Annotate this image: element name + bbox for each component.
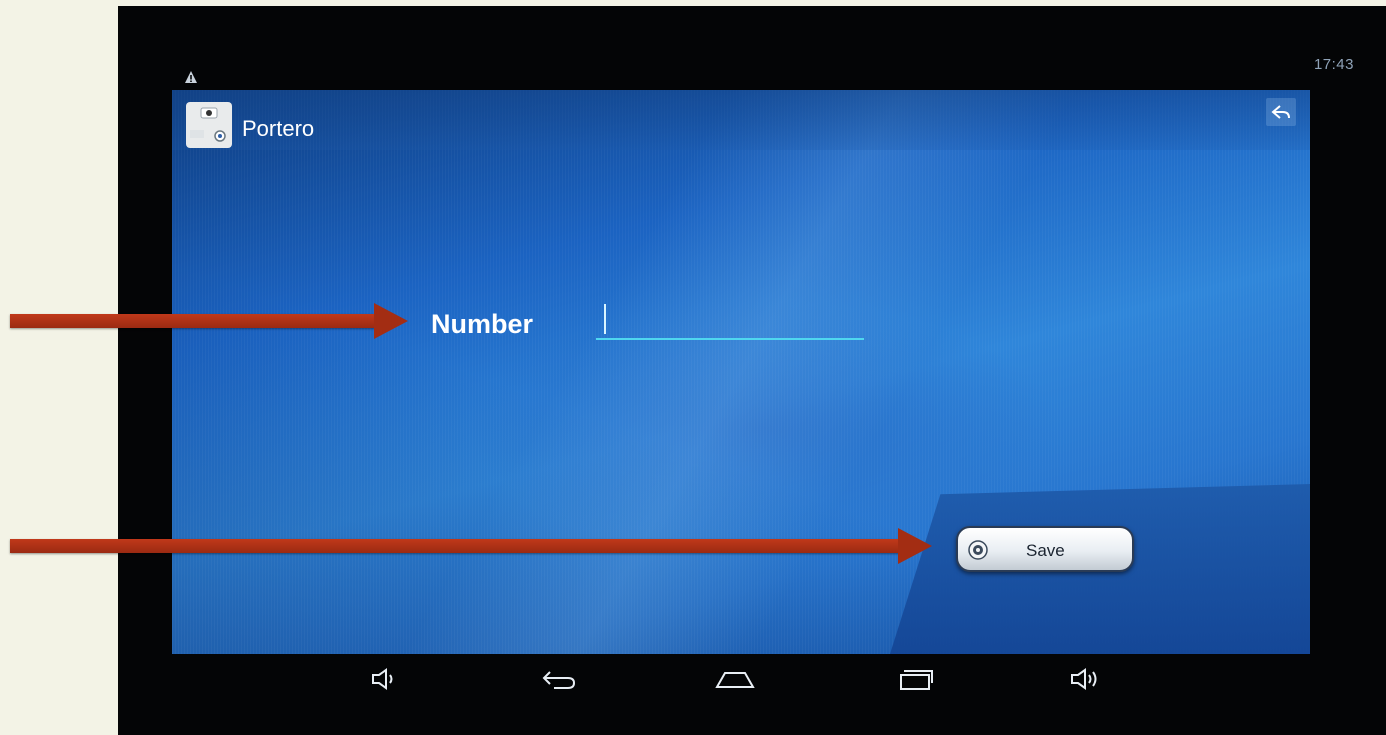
home-outline-icon [715, 672, 755, 688]
save-label: Save [1026, 541, 1065, 560]
speaker-low-icon [372, 668, 393, 690]
home-icon[interactable] [710, 654, 760, 704]
number-input[interactable] [596, 300, 864, 340]
tablet-frame: 17:43 Portero Number Save [118, 6, 1386, 735]
save-button[interactable]: Save [956, 526, 1134, 572]
navigation-bar [172, 654, 1310, 710]
app-title: Portero [242, 116, 315, 141]
annotation-arrow-number [10, 314, 378, 328]
number-label: Number [431, 309, 534, 339]
app-screen: Portero Number Save [172, 90, 1310, 654]
annotation-arrow-save [10, 539, 902, 553]
volume-down-icon[interactable] [360, 654, 410, 704]
reply-arrow-icon [1271, 105, 1290, 119]
intercom-glyph-icon [190, 107, 226, 142]
speaker-high-icon [1071, 668, 1097, 690]
back-icon[interactable] [534, 654, 584, 704]
annotation-arrowhead-number [374, 303, 408, 339]
annotation-arrowhead-save [898, 528, 932, 564]
volume-up-icon[interactable] [1062, 654, 1112, 704]
save-target-icon [968, 540, 988, 560]
action-bar: Portero [172, 90, 1310, 150]
intercom-app-icon[interactable] [186, 102, 232, 148]
warning-icon [185, 71, 197, 83]
text-cursor [604, 304, 606, 334]
recent-apps-outline-icon [900, 670, 933, 690]
reply-back-icon[interactable] [1266, 98, 1296, 126]
status-clock: 17:43 [1313, 56, 1354, 73]
recent-apps-icon[interactable] [890, 654, 940, 704]
back-arrow-icon [542, 671, 576, 689]
status-bar: 17:43 [172, 50, 1368, 83]
